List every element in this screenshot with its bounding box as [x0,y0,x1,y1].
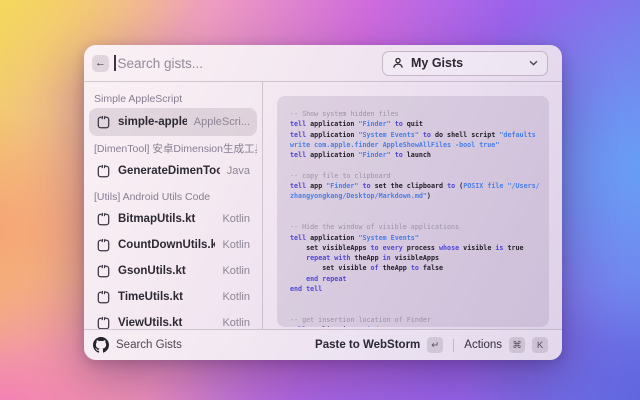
list-item-language-badge: AppleScri... [194,116,250,128]
gist-icon [96,316,111,330]
list-item-title: CountDownUtils.kt [118,239,215,251]
code-line [290,212,539,222]
list-item-language-badge: Kotlin [222,317,250,329]
gist-icon [96,264,111,279]
code-line: write com.apple.finder AppleShowAllFiles… [290,140,539,150]
back-button[interactable]: ← [92,55,109,72]
primary-action-button[interactable]: Paste to WebStorm [315,339,420,351]
code-line: tell app "Finder" to set the clipboard t… [290,181,539,191]
code-line: set visible of theApp to false [290,263,539,273]
list-item[interactable]: ViewUtils.kt Kotlin [89,310,257,329]
content-area: Simple AppleScriptsimple-applescript.a..… [84,82,562,329]
list-item-language-badge: Java [227,165,250,177]
list-item[interactable]: GenerateDimenTool.java Java [89,158,257,184]
search-input[interactable] [116,56,383,71]
actions-button[interactable]: Actions [464,339,502,351]
list-item[interactable]: BitmapUtils.kt Kotlin [89,206,257,232]
code-line: tell application "Finder" to launch [290,150,539,160]
list-item-language-badge: Kotlin [222,239,250,251]
code-line: end tell [290,284,539,294]
gist-icon [96,290,111,305]
search-header: ← My Gists [84,45,562,82]
code-line [290,160,539,170]
list-item[interactable]: simple-applescript.a... AppleScri... [89,108,257,136]
back-arrow-icon: ← [95,57,106,69]
list-item-title: GsonUtils.kt [118,265,215,277]
list-item[interactable]: TimeUtils.kt Kotlin [89,284,257,310]
gist-list: Simple AppleScriptsimple-applescript.a..… [84,82,263,329]
code-line: tell application "Finder" [290,325,539,327]
code-line: set visibleApps to every process whose v… [290,243,539,253]
list-item-language-badge: Kotlin [222,265,250,277]
gist-icon [96,164,111,179]
gist-icon [96,115,111,130]
section-header: [DimenTool] 安卓Dimension生成工具 #Java [89,139,257,158]
footer-app-label: Search Gists [116,339,182,351]
code-line: tell application "System Events" to do s… [290,130,539,140]
person-icon [392,57,404,69]
section-header: [Utils] Android Utils Code [89,187,257,206]
k-keycap: K [532,337,548,353]
code-line: -- Show system hidden files [290,109,539,119]
list-item[interactable]: GsonUtils.kt Kotlin [89,258,257,284]
launcher-window: ← My Gists Simple AppleScriptsimple-appl… [84,45,562,360]
code-line: -- get insertion location of Finder [290,315,539,325]
list-item-title: BitmapUtils.kt [118,213,215,225]
footer-bar: Search Gists Paste to WebStorm ↵ Actions… [84,329,562,360]
code-line: tell application "Finder" to quit [290,119,539,129]
section-header: Simple AppleScript [89,89,257,108]
code-line: tell application "System Events" [290,233,539,243]
list-item-title: GenerateDimenTool.java [118,165,220,177]
code-line: end repeat [290,274,539,284]
code-line: zhangyongkang/Desktop/Markdown.md") [290,191,539,201]
code-line [290,202,539,212]
list-item-title: simple-applescript.a... [118,116,187,128]
code-line [290,294,539,304]
scope-dropdown[interactable]: My Gists [382,51,548,76]
list-item-language-badge: Kotlin [222,291,250,303]
footer-separator [453,339,454,352]
code-line: repeat with theApp in visibleApps [290,253,539,263]
cmd-keycap: ⌘ [509,337,525,353]
github-logo-icon [93,337,109,353]
list-item-language-badge: Kotlin [222,213,250,225]
code-line: -- copy file to clipboard [290,171,539,181]
list-item-title: TimeUtils.kt [118,291,215,303]
chevron-down-icon [529,60,538,66]
gist-icon [96,212,111,227]
code-preview[interactable]: -- Show system hidden filestell applicat… [277,96,549,327]
scope-dropdown-label: My Gists [411,56,522,70]
detail-panel: -- Show system hidden filestell applicat… [263,82,562,329]
code-line: -- Hide the window of visible applicatio… [290,222,539,232]
list-item[interactable]: CountDownUtils.kt Kotlin [89,232,257,258]
list-item-title: ViewUtils.kt [118,317,215,329]
return-keycap: ↵ [427,337,443,353]
code-line [290,305,539,315]
gist-icon [96,238,111,253]
